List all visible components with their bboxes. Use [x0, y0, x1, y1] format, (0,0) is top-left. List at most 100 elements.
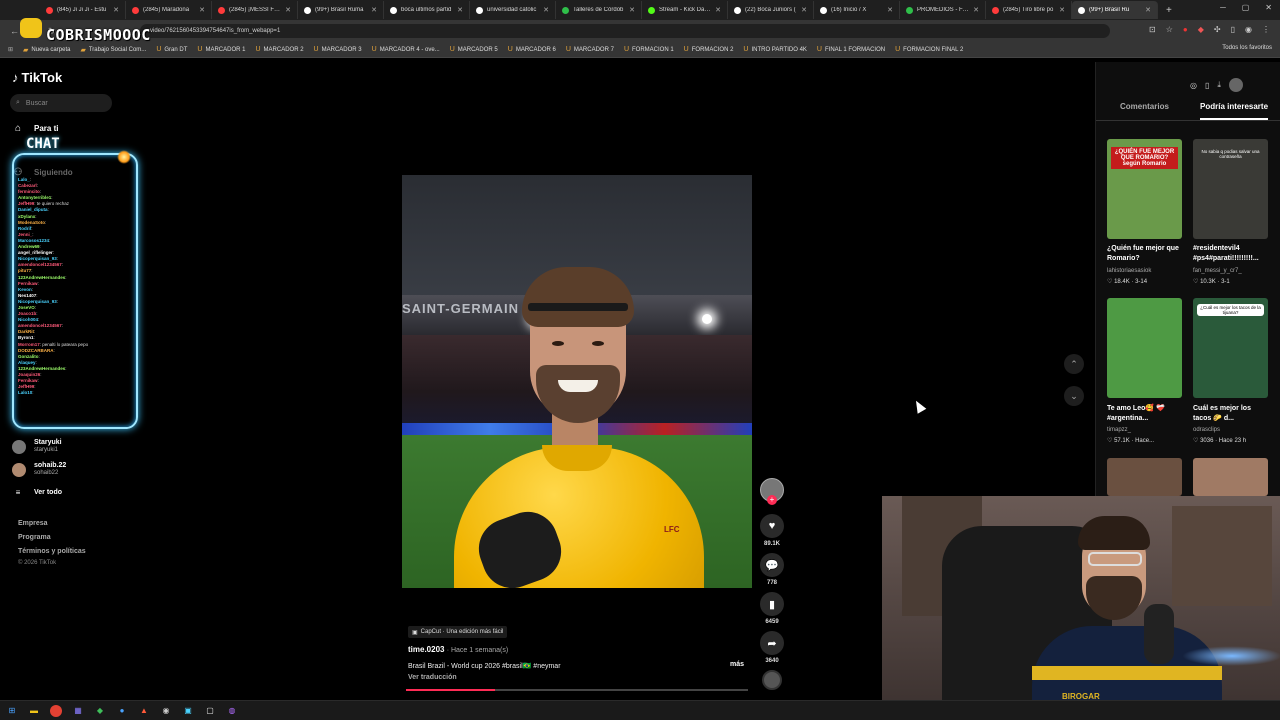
app-icon[interactable]: ▦ [72, 705, 84, 717]
chrome-icon[interactable] [50, 704, 62, 717]
app-icon[interactable]: ▢ [204, 705, 216, 717]
close-tab-icon[interactable]: ✕ [199, 6, 205, 14]
app-icon[interactable]: ● [116, 705, 128, 717]
apps-icon[interactable]: ⊞ [8, 46, 13, 53]
tab-recommended[interactable]: Podría interesarte [1200, 102, 1268, 111]
previous-video-button[interactable]: ⌃ [1064, 354, 1084, 374]
bookmark-item[interactable]: ▰ Trabajo Social Com... [80, 46, 146, 54]
star-icon[interactable]: ☆ [1166, 25, 1173, 34]
browser-tab[interactable]: (845) Ji Ji Ji - Estu ✕ [40, 1, 126, 19]
card-title[interactable]: Te amo Leo🥰 ❤️‍🩹 #argentina... [1107, 404, 1179, 424]
card-user[interactable]: timapzz_ [1107, 427, 1131, 433]
compass-icon[interactable]: ◎ [1190, 81, 1197, 90]
follow-plus-icon[interactable]: + [767, 495, 777, 505]
download-icon[interactable]: ⤓ [1217, 80, 1221, 90]
bookmark-item[interactable]: U INTRO PARTIDO 4K [743, 46, 807, 54]
browser-tab[interactable]: boca ultimos partid ✕ [384, 1, 470, 19]
close-tab-icon[interactable]: ✕ [285, 6, 291, 14]
app-icon[interactable]: ▣ [182, 705, 194, 717]
video-author[interactable]: time.0203 · Hace 1 semana(s) [408, 645, 508, 654]
card-user[interactable]: fan_messi_y_cr7_ [1193, 268, 1242, 274]
file-explorer-icon[interactable]: ▬ [28, 705, 40, 717]
video-thumbnail[interactable] [1107, 458, 1182, 496]
video-thumbnail[interactable] [1193, 458, 1268, 496]
url-input[interactable]: video/7621560453394754647is_from_webapp=… [140, 24, 1110, 38]
puzzle-icon[interactable]: ✣ [1214, 25, 1221, 34]
following-account[interactable]: Staryuki staryuki1 [12, 439, 62, 454]
sidebar-icon[interactable]: ▯ [1231, 25, 1235, 34]
app-icon[interactable]: ◆ [94, 705, 106, 717]
comment-button[interactable]: 💬 [760, 553, 784, 577]
search-input[interactable]: ⌕ Buscar [10, 94, 112, 112]
save-button[interactable]: ▮ [760, 592, 784, 616]
close-tab-icon[interactable]: ✕ [371, 6, 377, 14]
close-tab-icon[interactable]: ✕ [543, 6, 549, 14]
close-tab-icon[interactable]: ✕ [715, 6, 721, 14]
bookmark-item[interactable]: U MARCADOR 5 [450, 46, 498, 54]
bookmark-item[interactable]: U MARCADOR 6 [508, 46, 556, 54]
browser-tab[interactable]: (16) Inicio / X ✕ [814, 1, 900, 19]
close-tab-icon[interactable]: ✕ [801, 6, 807, 14]
extension-icon[interactable]: ◆ [1198, 25, 1204, 34]
install-icon[interactable]: ⊡ [1149, 25, 1156, 34]
see-all-link[interactable]: ≡ Ver todo [12, 488, 62, 497]
video-thumbnail[interactable] [1107, 298, 1182, 398]
bookmark-item[interactable]: ▰ Nueva carpeta [23, 46, 70, 54]
close-tab-icon[interactable]: ✕ [113, 6, 119, 14]
profile-icon[interactable]: ◉ [1245, 25, 1252, 34]
close-tab-icon[interactable]: ✕ [1059, 6, 1065, 14]
more-button[interactable]: más [730, 661, 744, 668]
following-account[interactable]: sohaib.22 sohaib22 [12, 462, 66, 477]
card-title[interactable]: ¿Quién fue mejor que Romario? [1107, 244, 1179, 264]
extension-icon[interactable]: ● [1183, 25, 1188, 34]
user-avatar[interactable] [1228, 78, 1243, 92]
maximize-icon[interactable]: ▢ [1242, 3, 1250, 12]
card-user[interactable]: lahistoriaesasiok [1107, 268, 1151, 274]
app-icon[interactable]: ◉ [160, 705, 172, 717]
app-icon[interactable]: ◍ [226, 705, 238, 717]
tab-comments[interactable]: Comentarios [1120, 102, 1169, 111]
footer-link-terms[interactable]: Términos y políticas [18, 548, 86, 555]
minimize-icon[interactable]: ─ [1220, 3, 1226, 12]
menu-icon[interactable]: ⋮ [1262, 25, 1270, 34]
browser-tab[interactable]: (2845) Maradona ✕ [126, 1, 212, 19]
footer-link-company[interactable]: Empresa [18, 520, 48, 527]
browser-tab[interactable]: (99+) Brasil Ru ✕ [1072, 1, 1158, 19]
bookmark-item[interactable]: U FORMACION 2 [684, 46, 734, 54]
card-title[interactable]: #residentevil4 #ps4#parati!!!!!!!!!... [1193, 244, 1265, 264]
close-tab-icon[interactable]: ✕ [1145, 6, 1151, 14]
bookmark-item[interactable]: U MARCADOR 3 [314, 46, 362, 54]
card-title[interactable]: Cuál es mejor los tacos 🌮 d... [1193, 404, 1265, 424]
close-tab-icon[interactable]: ✕ [973, 6, 979, 14]
browser-tab[interactable]: Talleres de Córdob ✕ [556, 1, 642, 19]
close-tab-icon[interactable]: ✕ [887, 6, 893, 14]
browser-tab[interactable]: Stream - Kick Dashb ✕ [642, 1, 728, 19]
close-window-icon[interactable]: ✕ [1265, 3, 1272, 12]
video-thumbnail[interactable]: ¿Cuál es mejor los tacos de la tijuana? [1193, 298, 1268, 398]
browser-tab[interactable]: (2845) ¡MESSI FICI ✕ [212, 1, 298, 19]
app-icon[interactable]: ▲ [138, 705, 150, 717]
next-video-button[interactable]: ⌄ [1064, 386, 1084, 406]
capcut-badge[interactable]: ▣ CapCut · Una edición más fácil [408, 626, 508, 638]
bookmark-item[interactable]: U MARCADOR 1 [197, 46, 245, 54]
video-thumbnail[interactable]: No sabia q podias salvar una contraseña [1193, 139, 1268, 239]
bookmark-item[interactable]: U MARCADOR 4 - ove... [372, 46, 440, 54]
close-tab-icon[interactable]: ✕ [629, 6, 635, 14]
like-button[interactable]: ♥ [760, 514, 784, 538]
tiktok-logo[interactable]: ♪ TikTok [12, 70, 62, 85]
music-disc-icon[interactable] [762, 670, 782, 690]
bookmark-item[interactable]: U MARCADOR 2 [255, 46, 303, 54]
phone-icon[interactable]: ▯ [1205, 81, 1209, 90]
browser-tab[interactable]: universidad catolic ✕ [470, 1, 556, 19]
video-player[interactable]: SAINT-GERMAIN LFC [402, 175, 752, 588]
translate-link[interactable]: Ver traducción [408, 674, 457, 681]
new-tab-button[interactable]: + [1166, 5, 1172, 16]
browser-tab[interactable]: PROMEDIOS - Fútb ✕ [900, 1, 986, 19]
close-tab-icon[interactable]: ✕ [457, 6, 463, 14]
bookmark-item[interactable]: U FORMACION FINAL 2 [895, 46, 963, 54]
video-thumbnail[interactable]: ¿QUIÉN FUE MEJOR QUE ROMARIO? según Roma… [1107, 139, 1182, 239]
back-icon[interactable]: ← [10, 26, 19, 37]
video-progress-bar[interactable] [406, 689, 748, 691]
bookmark-item[interactable]: U FINAL 1 FORMACION [817, 46, 885, 54]
browser-tab[interactable]: (22) Boca Juniors (✕ [728, 1, 814, 19]
